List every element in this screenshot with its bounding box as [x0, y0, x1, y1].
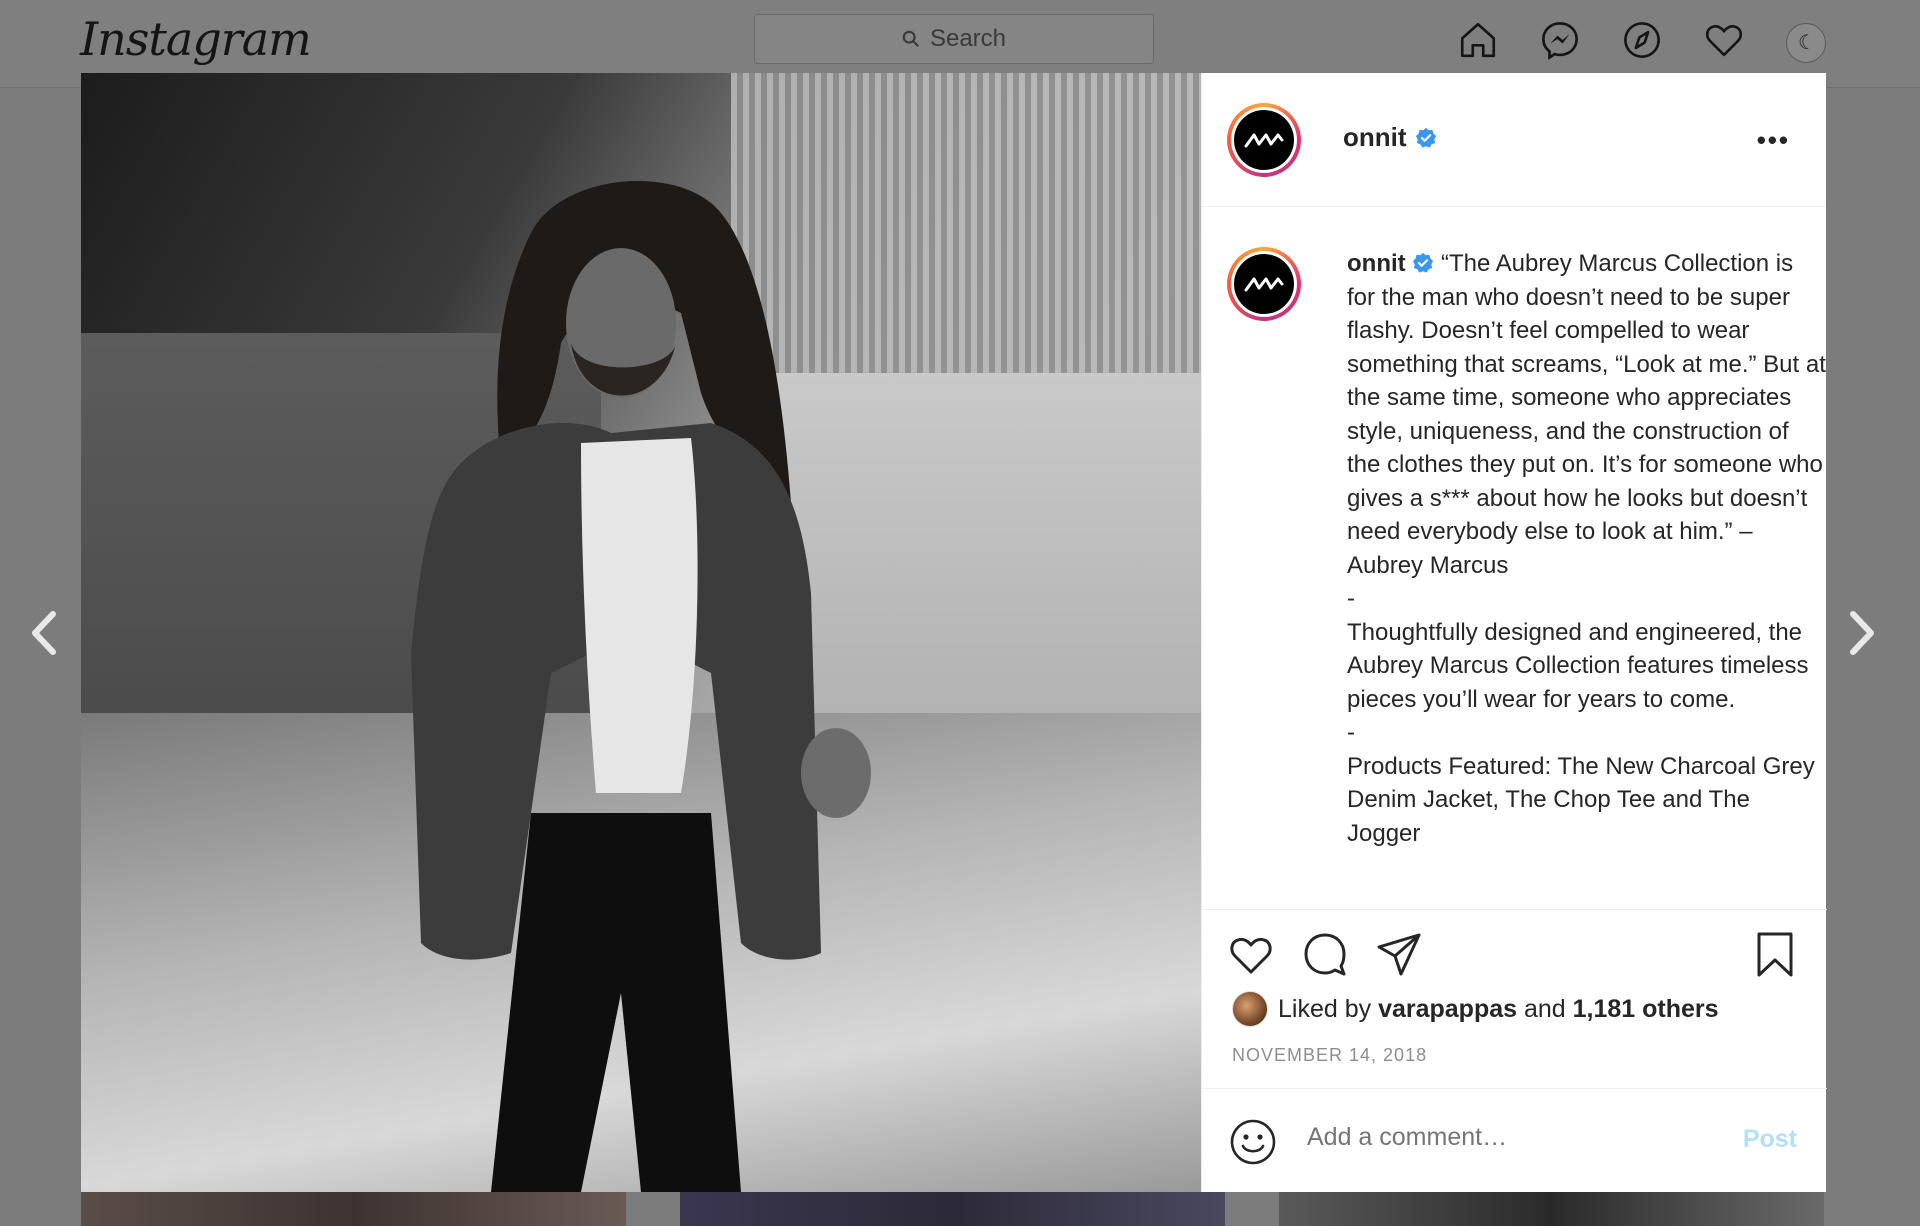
post-caption: onnit “The Aubrey Marcus Collection is f… [1347, 247, 1826, 850]
nav-icons [1455, 17, 1829, 63]
messenger-icon[interactable] [1537, 17, 1583, 63]
likes-summary[interactable]: Liked by varapappas and 1,181 others [1232, 991, 1719, 1027]
comment-icon [1304, 933, 1346, 976]
author-username[interactable]: onnit [1343, 122, 1437, 153]
photo-person [381, 173, 901, 1192]
likes-text: Liked by varapappas and 1,181 others [1278, 995, 1719, 1024]
share-button[interactable] [1375, 930, 1425, 980]
chevron-left-icon [32, 611, 56, 655]
emoji-icon[interactable] [1229, 1118, 1277, 1166]
post-header: onnit ••• [1202, 73, 1826, 207]
post-photo[interactable] [81, 73, 1201, 1192]
explore-icon[interactable] [1619, 17, 1665, 63]
comment-input[interactable] [1307, 1123, 1707, 1152]
search-icon [902, 30, 919, 47]
caption-username[interactable]: onnit [1347, 250, 1406, 277]
liked-count[interactable]: 1,181 others [1573, 995, 1719, 1023]
like-button[interactable] [1227, 930, 1277, 980]
caption-area: onnit “The Aubrey Marcus Collection is f… [1202, 207, 1826, 907]
caption-text: “The Aubrey Marcus Collection is for the… [1347, 250, 1826, 847]
home-icon[interactable] [1455, 17, 1501, 63]
profile-avatar[interactable] [1783, 17, 1829, 63]
chevron-right-icon [1850, 611, 1874, 655]
previous-post-arrow[interactable] [14, 600, 74, 666]
liker-avatar[interactable] [1232, 991, 1268, 1027]
comment-button[interactable] [1301, 930, 1351, 980]
grid-thumbnail[interactable] [680, 1192, 1225, 1226]
instagram-logo[interactable]: Instagram [80, 12, 312, 66]
profile-avatar-image [1786, 23, 1826, 63]
verified-badge-icon [1415, 127, 1436, 148]
onnit-logo-icon [1234, 254, 1294, 314]
post-comment-button[interactable]: Post [1743, 1125, 1797, 1154]
post-date[interactable]: NOVEMBER 14, 2018 [1232, 1045, 1427, 1066]
search-placeholder: Search [929, 25, 1007, 52]
caption-author-avatar[interactable] [1227, 247, 1301, 321]
verified-badge-icon [1413, 252, 1434, 273]
send-icon [1377, 933, 1421, 976]
author-avatar[interactable] [1227, 103, 1301, 177]
grid-thumbnail[interactable] [1279, 1192, 1824, 1226]
comment-bar: Post [1202, 1088, 1827, 1192]
grid-thumbnail[interactable] [81, 1192, 626, 1226]
save-button[interactable] [1751, 930, 1801, 980]
search-box[interactable]: Search [754, 14, 1154, 64]
heart-icon [1230, 937, 1272, 974]
next-post-arrow[interactable] [1832, 600, 1892, 666]
onnit-logo-icon [1234, 110, 1294, 170]
more-options-button[interactable]: ••• [1757, 125, 1790, 156]
author-username-text: onnit [1343, 122, 1407, 152]
liked-prefix: Liked by [1278, 994, 1379, 1023]
post-actions [1202, 909, 1827, 989]
bookmark-icon [1757, 932, 1793, 977]
liked-mid: and [1517, 994, 1573, 1023]
liked-user[interactable]: varapappas [1378, 995, 1517, 1023]
post-side-panel: onnit ••• onnit “The Aubrey Marcus Colle… [1201, 73, 1827, 1192]
heart-icon[interactable] [1701, 17, 1747, 63]
post-modal: onnit ••• onnit “The Aubrey Marcus Colle… [81, 73, 1827, 1192]
